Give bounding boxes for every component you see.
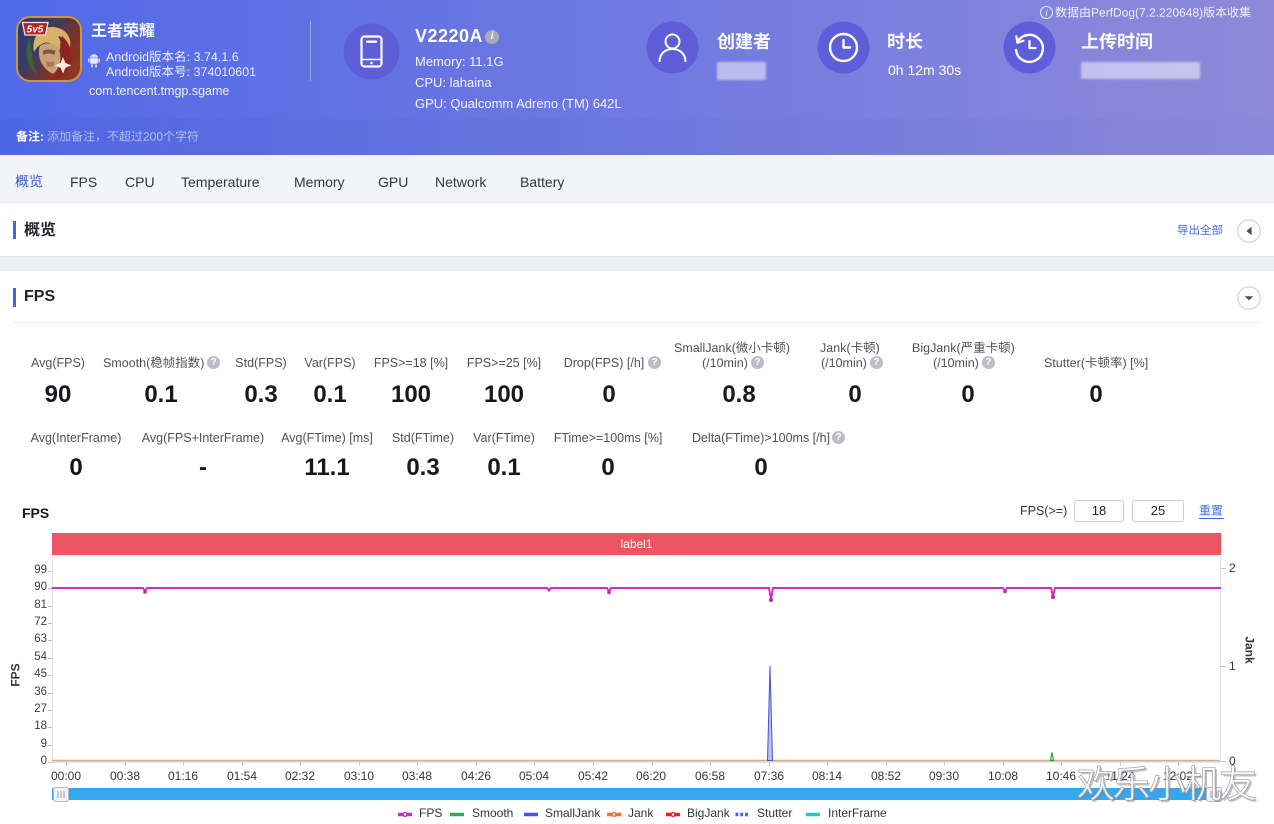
svg-text:5v5: 5v5 (27, 25, 44, 36)
